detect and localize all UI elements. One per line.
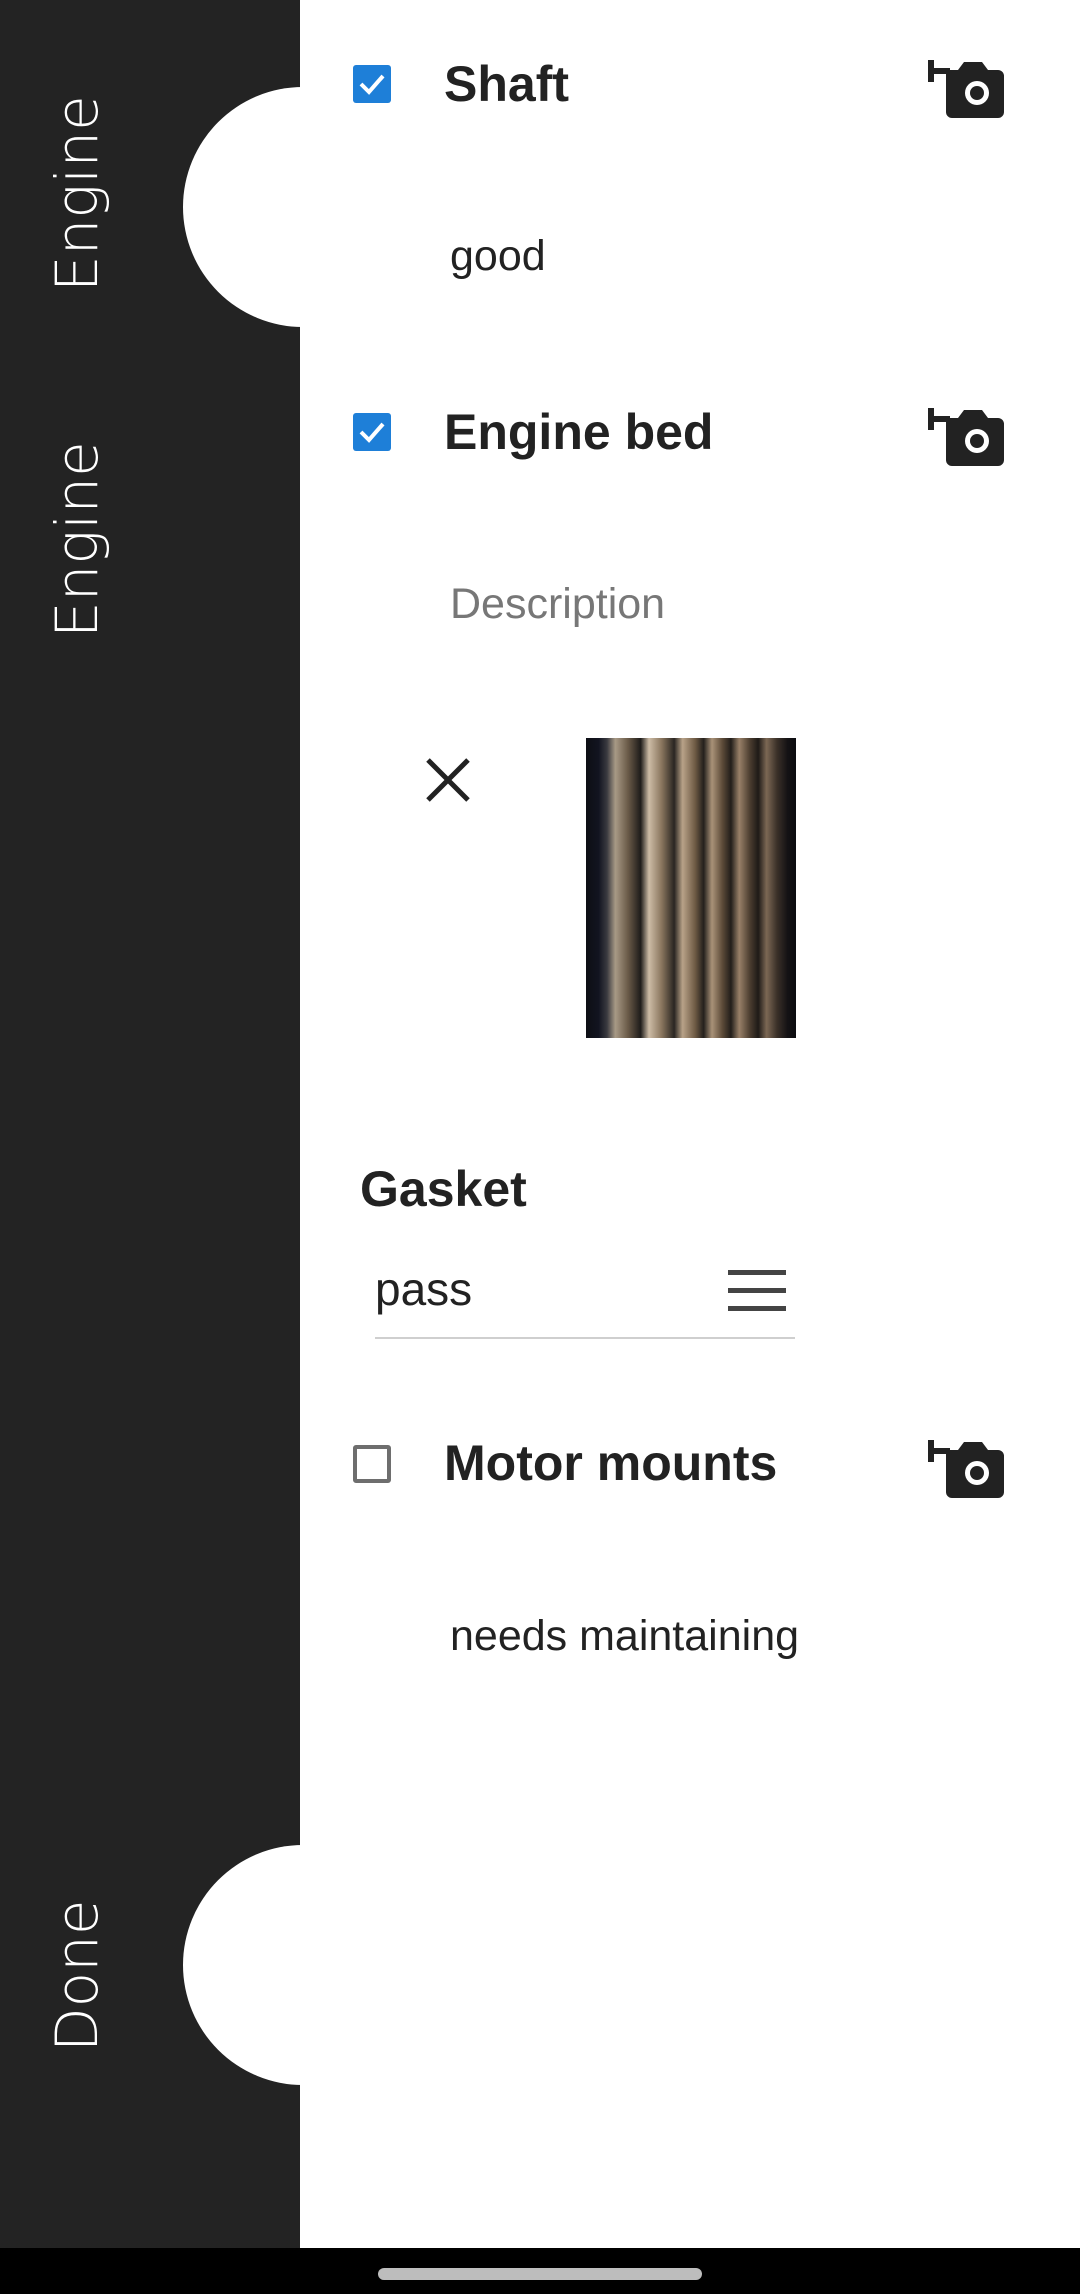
shaft-checkbox[interactable] (353, 65, 391, 103)
check-icon (359, 422, 385, 443)
gasket-label: Gasket (360, 1161, 527, 1217)
tab-engine-1[interactable]: Engine 1 (48, 92, 110, 292)
shaft-title: Shaft (444, 56, 569, 112)
tab-engine-2[interactable]: Engine 2 (48, 438, 110, 638)
home-gesture-handle[interactable] (378, 2268, 702, 2280)
shaft-description[interactable]: good (450, 232, 546, 281)
check-icon (359, 74, 385, 95)
tab-engine-2-label: Engine 2 (48, 438, 110, 638)
done-tab-label: Done (48, 1899, 110, 2052)
gasket-select-underline (375, 1337, 795, 1339)
engine-bed-checkbox[interactable] (353, 413, 391, 451)
attached-photo[interactable] (586, 738, 796, 1038)
close-icon[interactable] (420, 752, 476, 808)
tab-engine-1-label: Engine 1 (48, 92, 110, 292)
done-tab[interactable]: Done (48, 1852, 110, 2052)
gasket-select-value[interactable]: pass (375, 1262, 472, 1316)
motor-mounts-description[interactable]: needs maintaining (450, 1612, 799, 1661)
engine-bed-title: Engine bed (444, 404, 714, 460)
checklist-panel (300, 0, 1080, 2248)
motor-mounts-checkbox[interactable] (353, 1445, 391, 1483)
add-photo-icon[interactable] (928, 52, 1004, 118)
add-photo-icon[interactable] (928, 400, 1004, 466)
motor-mounts-title: Motor mounts (444, 1435, 778, 1491)
add-photo-icon[interactable] (928, 1432, 1004, 1498)
engine-bed-description-input[interactable]: Description (450, 580, 665, 629)
menu-icon[interactable] (728, 1270, 786, 1312)
